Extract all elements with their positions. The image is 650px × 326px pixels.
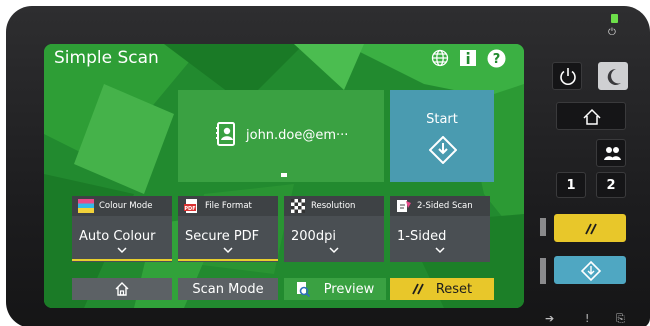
network-icon: ⎘ [616,312,625,325]
setting-resolution[interactable]: Resolution 200dpi [284,196,384,262]
resolution-icon [291,199,305,213]
sleep-hw-button[interactable] [598,62,628,90]
setting-header: PDF File Format [178,196,278,216]
setting-header: Colour Mode [72,196,172,216]
reset-icon [412,283,424,295]
power-led-indicator [611,14,618,23]
side-marker [540,218,546,236]
setting-colour-mode[interactable]: Colour Mode Auto Colour [72,196,172,262]
contact-card-icon [216,122,235,146]
home-icon [115,282,129,296]
title-bar: Simple Scan ? [44,44,524,72]
side-marker [540,258,546,284]
help-icon[interactable]: ? [486,48,506,68]
touch-screen: Simple Scan ? john.doe@em··· Start Colou… [44,44,524,308]
power-hw-button[interactable] [552,62,582,90]
scan-mode-label: Scan Mode [192,281,264,297]
chevron-down-icon [435,247,445,254]
pdf-icon: PDF [184,199,197,213]
setting-value: 200dpi [291,229,336,244]
setting-label: Resolution [311,201,356,211]
setting-label: 2-Sided Scan [417,201,473,211]
power-status-icon: ⏻ [608,27,616,38]
setting-underline [178,259,278,261]
duplex-icon [397,200,411,212]
svg-text:?: ? [492,52,500,67]
setting-label: Colour Mode [99,201,153,211]
home-button[interactable] [72,278,172,300]
data-arrow-icon: ➔ [545,312,555,325]
globe-icon[interactable] [430,48,450,68]
chevron-down-icon [117,247,127,254]
chevron-down-icon [329,247,339,254]
preview-button[interactable]: Preview [284,278,386,300]
start-tile[interactable]: Start [390,90,494,182]
destination-tile[interactable]: john.doe@em··· [178,90,384,182]
destination-email: john.doe@em··· [246,128,349,143]
home-hw-button[interactable] [556,102,626,130]
info-icon[interactable] [458,48,478,68]
start-label: Start [426,112,458,127]
setting-value: Auto Colour [79,229,156,244]
preview-icon [296,282,310,297]
function-2-hw-button[interactable]: 2 [596,172,626,198]
alert-icon: ! [585,312,590,325]
reset-label: Reset [435,281,473,297]
setting-value: 1-Sided [397,229,447,244]
setting-label: File Format [205,201,252,211]
user-hw-button[interactable] [596,139,626,167]
page-title: Simple Scan [54,48,159,68]
setting-file-format[interactable]: PDF File Format Secure PDF [178,196,278,262]
setting-header: Resolution [284,196,384,216]
scan-mode-button[interactable]: Scan Mode [178,278,278,300]
function-1-hw-button[interactable]: 1 [556,172,586,198]
setting-value: Secure PDF [185,229,260,244]
svg-text:PDF: PDF [184,206,195,212]
setting-2-sided-scan[interactable]: 2-Sided Scan 1-Sided [390,196,490,262]
setting-underline [72,259,172,261]
chevron-down-icon [223,247,233,254]
preview-label: Preview [323,281,375,297]
page-indicator [281,173,287,177]
colour-mode-icon [78,199,94,213]
reset-button[interactable]: Reset [390,278,494,300]
reset-hw-button[interactable] [554,214,626,242]
diamond-start-icon [429,136,457,164]
setting-header: 2-Sided Scan [390,196,490,216]
start-hw-button[interactable] [554,256,626,284]
